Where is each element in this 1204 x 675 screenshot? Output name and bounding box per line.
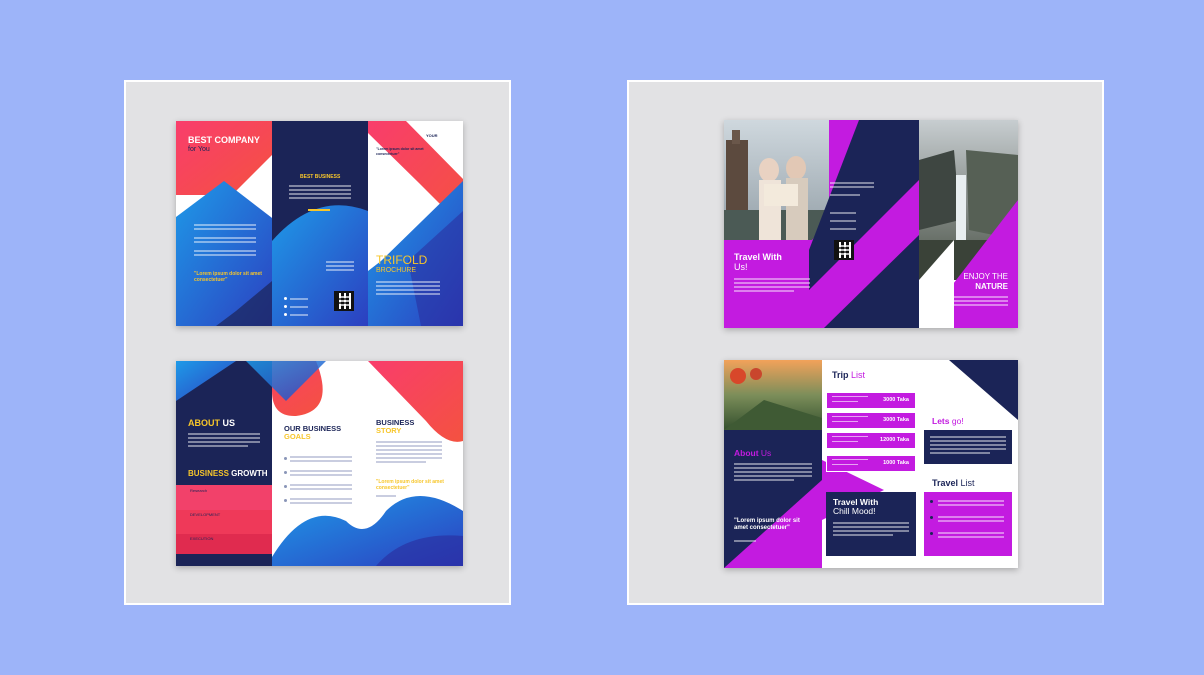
right-quote: "Lorem ipsum dolor sit amet consectetuer… [376, 147, 424, 156]
lets-go-heading: Lets go! [932, 416, 964, 426]
left-quote: "Lorem ipsum dolor sit amet consectetuer… [194, 271, 262, 283]
travel-with-us-heading: Travel With Us! [734, 252, 782, 272]
story-heading: BUSINESS STORY [376, 418, 415, 435]
enjoy-the-nature-heading: ENJOY THE NATURE [963, 272, 1008, 291]
headline-for-you: for You [188, 146, 210, 153]
growth-item-execution: EXECUTION [190, 536, 214, 541]
price-row: 12000 Taka [826, 432, 916, 449]
goals-heading: OUR BUSINESS GOALS [284, 424, 342, 441]
price-row: 3000 Taka [826, 392, 916, 409]
travel-brochure-back: Trip List 3000 Taka 3000 Taka 12000 Taka… [724, 360, 1018, 568]
left-brochure-frame: BEST COMPANY for You BEST BUSINESS "Lore… [124, 80, 511, 605]
business-brochure-back: ABOUT US BUSINESS GROWTH Research DEVELO… [176, 361, 463, 566]
qr-code-icon [834, 240, 854, 260]
growth-item-development: DEVELOPMENT [190, 512, 221, 517]
growth-heading: BUSINESS GROWTH [188, 469, 268, 478]
right-brochure-frame: Travel With Us! ENJOY THE NATURE Trip Li… [627, 80, 1104, 605]
headline-best-company: BEST COMPANY [188, 135, 260, 145]
business-brochure-front: BEST COMPANY for You BEST BUSINESS "Lore… [176, 121, 463, 326]
price-row: 3000 Taka [826, 412, 916, 429]
about-heading: ABOUT US [188, 418, 236, 428]
business-back-artwork [176, 361, 463, 566]
growth-item-research: Research [190, 488, 208, 493]
qr-code-icon [334, 291, 354, 311]
price-row: 1000 Taka [826, 455, 916, 472]
trifold-title: TRIFOLD [376, 253, 428, 267]
travel-list-heading: Travel List [932, 478, 975, 488]
trip-list-heading: Trip List [832, 370, 866, 380]
chill-mood-box: Travel With Chill Mood! [826, 492, 916, 556]
travel-brochure-front: Travel With Us! ENJOY THE NATURE [724, 120, 1018, 328]
story-quote: "Lorem ipsum dolor sit amet consectetuer… [376, 479, 444, 491]
lets-go-box [924, 430, 1012, 464]
about-us-heading: About Us [734, 448, 772, 458]
brochure-subtitle: BROCHURE [376, 267, 417, 274]
travel-list-box [924, 492, 1012, 556]
center-title: BEST BUSINESS [300, 174, 341, 180]
back-quote: "Lorem ipsum dolor sit amet consectetuer… [734, 518, 800, 531]
logo-your: YOUR [426, 133, 438, 138]
